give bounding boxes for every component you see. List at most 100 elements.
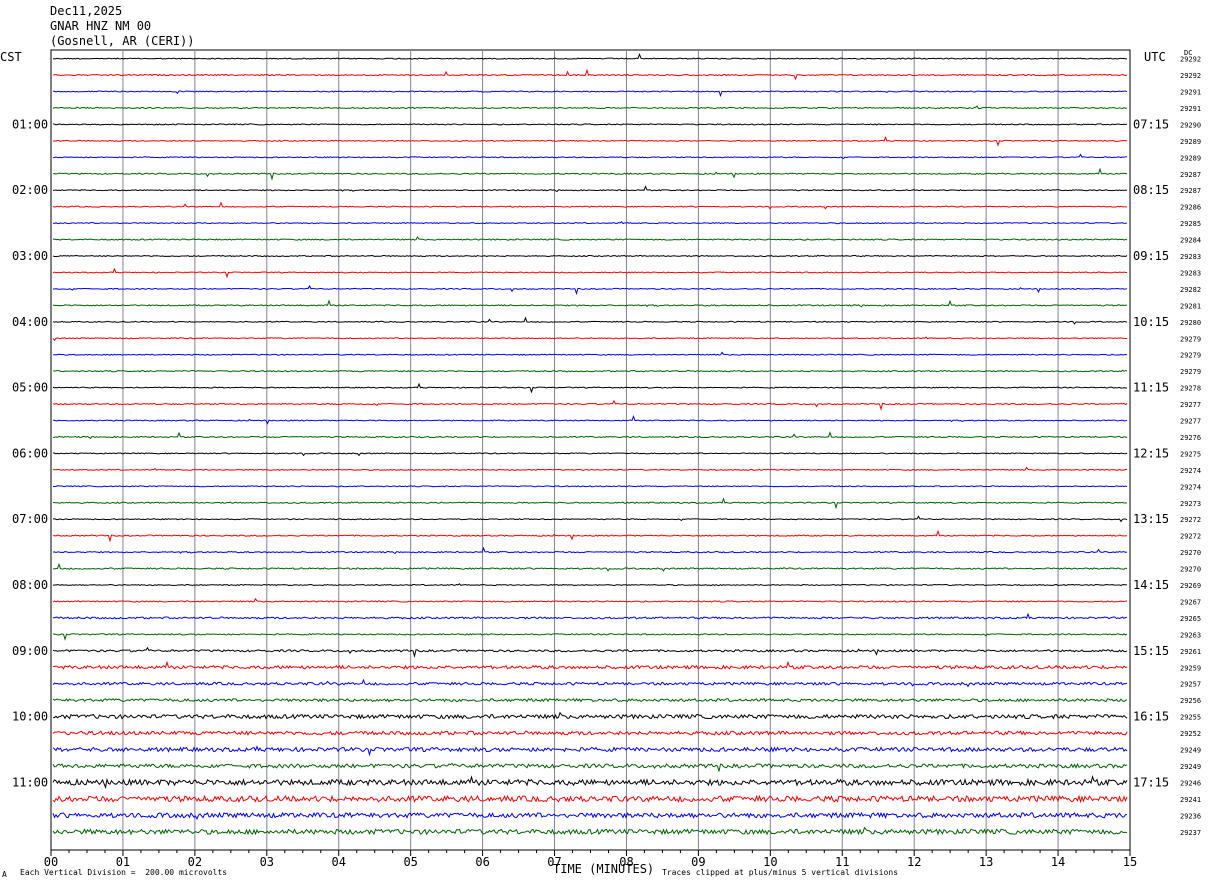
trace-row (52, 711, 1128, 720)
dc-offset-label: 29267 (1180, 598, 1201, 606)
dc-offset-label: 29291 (1180, 105, 1201, 113)
hour-label-right: 17:15 (1133, 775, 1169, 789)
dc-offset-label: 29272 (1180, 516, 1201, 524)
dc-offset-label: 29249 (1180, 763, 1201, 771)
dc-offset-label: 29285 (1180, 220, 1201, 228)
dc-offset-label: 29274 (1180, 467, 1201, 475)
x-tick-label: 15 (1123, 855, 1137, 869)
trace-row (52, 90, 1128, 98)
dc-offset-label: 29287 (1180, 171, 1201, 179)
x-tick-label: 01 (116, 855, 130, 869)
axis-layer: 00 01 02 03 04 05 06 07 08 09 10 11 12 13 14 1529292292… (12, 56, 1201, 869)
dc-offset-label: 29282 (1180, 286, 1201, 294)
trace-row (52, 267, 1128, 279)
dc-offset-label: 29281 (1180, 302, 1201, 310)
dc-offset-label: 29252 (1180, 730, 1201, 738)
dc-offset-label: 29279 (1180, 335, 1201, 343)
trace-row (52, 730, 1128, 736)
dc-offset-label: 29280 (1180, 319, 1201, 327)
hour-label-right: 07:15 (1133, 117, 1169, 131)
trace-row (52, 185, 1128, 193)
trace-row (52, 351, 1128, 356)
x-tick-label: 09 (691, 855, 705, 869)
dc-offset-label: 29291 (1180, 89, 1201, 97)
dc-offset-label: 29236 (1180, 812, 1201, 820)
trace-row (52, 415, 1128, 425)
dc-offset-label: 29257 (1180, 681, 1201, 689)
trace-row (52, 254, 1128, 258)
dc-offset-label: 29279 (1180, 352, 1201, 360)
dc-offset-label: 29265 (1180, 615, 1201, 623)
x-tick-label: 11 (835, 855, 849, 869)
trace-row (52, 485, 1128, 488)
clip-note: Traces clipped at plus/minus 5 vertical … (662, 868, 899, 877)
dc-offset-label: 29269 (1180, 582, 1201, 590)
x-tick-label: 02 (188, 855, 202, 869)
trace-row (52, 745, 1128, 757)
dc-offset-label: 29272 (1180, 533, 1201, 541)
trace-row (52, 68, 1128, 81)
corner-mark: A (2, 870, 7, 879)
trace-row (52, 105, 1128, 110)
hour-label-right: 14:15 (1133, 578, 1169, 592)
trace-row (52, 466, 1128, 471)
trace-row (52, 153, 1128, 160)
trace-row (52, 431, 1128, 440)
dc-offset-label: 29289 (1180, 138, 1201, 146)
hour-label-right: 13:15 (1133, 512, 1169, 526)
dc-offset-label: 29289 (1180, 154, 1201, 162)
hour-label-left: 07:00 (12, 512, 48, 526)
trace-row (52, 382, 1128, 394)
trace-row (52, 562, 1128, 572)
trace-row (52, 775, 1128, 790)
trace-row (52, 299, 1128, 308)
dc-offset-label: 29278 (1180, 385, 1201, 393)
dc-offset-label: 29277 (1180, 401, 1201, 409)
dc-offset-label: 29292 (1180, 56, 1201, 64)
dc-offset-label: 29284 (1180, 237, 1201, 245)
dc-offset-label: 29279 (1180, 368, 1201, 376)
x-tick-label: 00 (44, 855, 58, 869)
hour-label-left: 03:00 (12, 249, 48, 263)
hour-label-left: 09:00 (12, 644, 48, 658)
dc-offset-label: 29290 (1180, 121, 1201, 129)
trace-row (52, 284, 1128, 296)
trace-row (52, 201, 1128, 210)
trace-row (52, 762, 1128, 772)
trace-row (52, 515, 1128, 523)
dc-offset-label: 29276 (1180, 434, 1201, 442)
dc-offset-label: 29270 (1180, 566, 1201, 574)
dc-offset-label: 29241 (1180, 796, 1201, 804)
trace-layer (52, 53, 1128, 836)
trace-row (52, 646, 1128, 658)
hour-label-right: 08:15 (1133, 183, 1169, 197)
x-tick-label: 10 (763, 855, 777, 869)
hour-label-left: 01:00 (12, 117, 48, 131)
trace-row (52, 794, 1128, 804)
dc-offset-label: 29263 (1180, 631, 1201, 639)
dc-offset-label: 29286 (1180, 204, 1201, 212)
dc-offset-label: 29249 (1180, 747, 1201, 755)
scale-note: Each Vertical Division = 200.00 microvol… (20, 868, 228, 877)
x-tick-label: 03 (260, 855, 274, 869)
hour-label-left: 04:00 (12, 315, 48, 329)
trace-row (52, 583, 1128, 587)
trace-row (52, 167, 1128, 181)
trace-row (52, 826, 1128, 836)
trace-row (52, 660, 1128, 670)
trace-row (52, 235, 1128, 241)
trace-row (52, 811, 1128, 821)
hour-label-left: 08:00 (12, 578, 48, 592)
dc-offset-label: 29261 (1180, 648, 1201, 656)
hour-label-right: 15:15 (1133, 644, 1169, 658)
trace-row (52, 697, 1128, 703)
dc-offset-label: 29270 (1180, 549, 1201, 557)
helicorder-plot: 00 01 02 03 04 05 06 07 08 09 10 11 12 13 14 1529292292… (12, 49, 1201, 869)
hour-label-left: 11:00 (12, 775, 48, 789)
x-tick-label: 12 (907, 855, 921, 869)
trace-row (52, 546, 1128, 555)
dc-offset-label: 29292 (1180, 72, 1201, 80)
trace-row (52, 136, 1128, 147)
trace-row (52, 529, 1128, 543)
trace-row (52, 316, 1128, 325)
